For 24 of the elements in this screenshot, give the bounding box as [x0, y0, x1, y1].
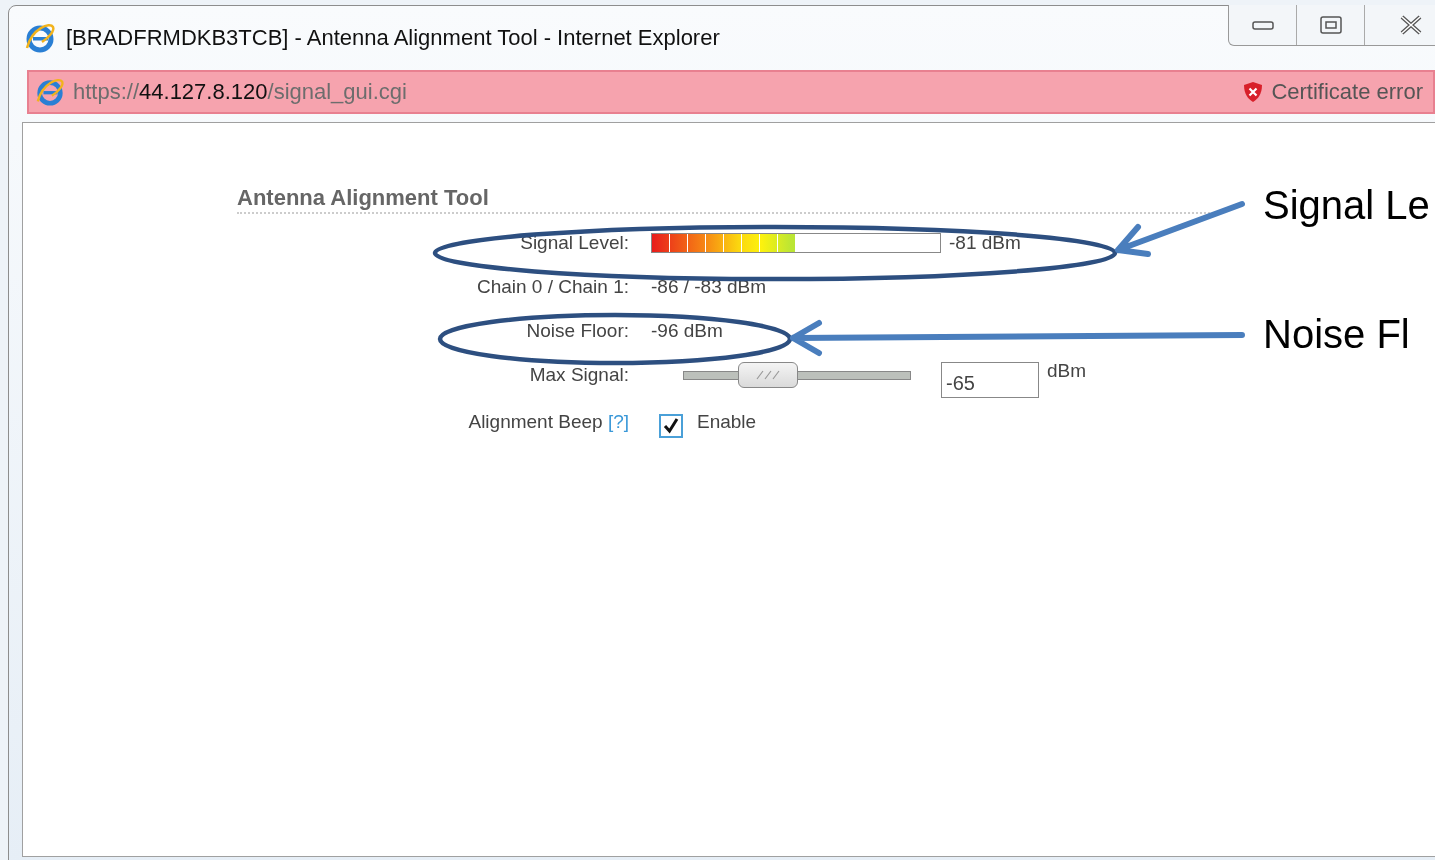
address-bar[interactable]: https://44.127.8.120/signal_gui.cgi Certificate error — [27, 70, 1435, 114]
field-label: Alignment Beep [?] — [468, 410, 629, 434]
browser-logo-icon — [35, 77, 65, 107]
close-icon — [1399, 15, 1423, 35]
url-text: https://44.127.8.120/signal_gui.cgi — [73, 79, 407, 105]
window-title: [BRADFRMDKB3TCB] - Antenna Alignment Tool - Internet Explorer — [66, 25, 720, 51]
slider-track[interactable] — [683, 362, 911, 388]
field-value: -96 dBm — [651, 320, 723, 342]
shield-error-icon — [1243, 81, 1264, 103]
unit-label: dBm — [1047, 359, 1087, 383]
signal-reading: -81 dBm — [949, 232, 1021, 254]
max-signal-field[interactable]: -65 — [941, 362, 1039, 398]
maximize-icon — [1319, 16, 1342, 34]
page-heading: Antenna Alignment Tool — [237, 185, 1217, 214]
field-label: Max Signal: — [529, 363, 629, 387]
minimize-icon — [1251, 20, 1274, 30]
slider-thumb[interactable] — [738, 362, 799, 388]
certificate-error-link[interactable]: Certificate error — [1271, 79, 1423, 105]
field-label: Noise Floor: — [526, 319, 629, 343]
field-label: Signal Level: — [520, 231, 629, 255]
browser-logo-icon — [24, 22, 56, 54]
checkbox[interactable] — [659, 414, 683, 438]
field-label: Chain 0 / Chain 1: — [476, 275, 629, 299]
checkbox-label[interactable]: Enable — [697, 397, 757, 447]
